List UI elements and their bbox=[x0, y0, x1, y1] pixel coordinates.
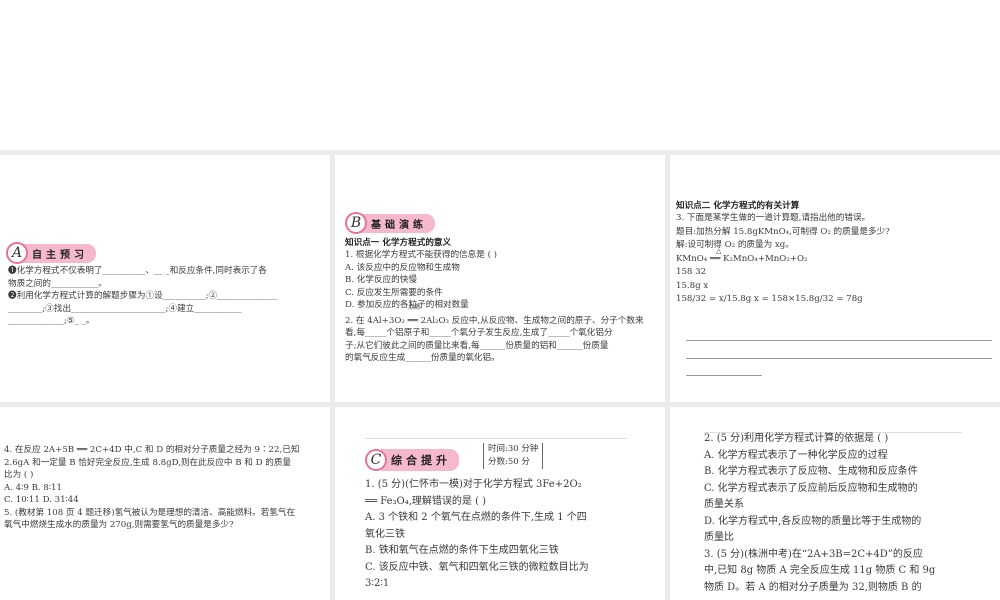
text-block: 2. (5 分)利用化学方程式计算的依据是 ( ) A. 化学方程式表示了一种化… bbox=[704, 431, 935, 596]
text-line: 3∶2∶1 bbox=[365, 578, 390, 589]
text-line: ❶化学方程式不仅表明了__________、__ _和反应条件,同时表示了各 bbox=[8, 266, 267, 276]
badge-label: 综合提升 bbox=[381, 449, 459, 471]
slide-5[interactable]: C 综合提升 时间:30 分钟 分数:50 分 1. (5 分)(仁怀市一模)对… bbox=[335, 407, 665, 600]
text-line: 3. (5 分)(株洲中考)在“2A+3B=2C+4D”的反应 bbox=[704, 548, 923, 560]
section-badge-c: C 综合提升 bbox=[365, 449, 459, 471]
text-line: C. 反应发生所需要的条件 bbox=[345, 287, 443, 298]
badge-label: 基础演练 bbox=[361, 213, 435, 233]
text-line: 的氧气反应生成______份质量的氧化铝。 bbox=[345, 353, 500, 363]
text-line: 质量关系 bbox=[704, 499, 744, 510]
text-line: KMnO₄ ══ K₂MnO₄+MnO₂+O₂ bbox=[676, 253, 808, 264]
text-line: 15.8g x bbox=[676, 280, 709, 291]
badge-letter: B bbox=[345, 212, 367, 234]
text-line: 氧气中燃烧生成水的质量为 270g,则需要氢气的质量是多少? bbox=[4, 520, 234, 530]
slide-4[interactable]: 4. 在反应 2A+5B ══ 2C+4D 中,C 和 D 的相对分子质量之经为… bbox=[0, 407, 330, 600]
total-score: 分数:50 分 bbox=[488, 457, 530, 467]
reaction-condition: 点燃 bbox=[408, 304, 421, 311]
text-line: C. 10∶11 D. 31∶44 bbox=[4, 495, 79, 505]
text-line: D. 参加反应的各粒子的相对数量 bbox=[345, 300, 469, 310]
text-line: 子;从它们彼此之间的质量比来看,每______份质量的铝和______份质量 bbox=[345, 340, 609, 351]
text-line: ══ Fe₃O₄,理解错误的是 ( ) bbox=[365, 495, 487, 507]
time-score-box: 时间:30 分钟 分数:50 分 bbox=[483, 443, 544, 469]
text-line: 3. 下面是某学生做的一道计算题,请指出他的错误。 bbox=[676, 213, 871, 223]
section-badge-b: B 基础演练 bbox=[345, 212, 435, 234]
answer-line bbox=[686, 375, 762, 376]
text-line: 题目:加热分解 15.8gKMnO₄,可制得 O₂ 的质量是多少? bbox=[676, 226, 890, 237]
text-line: 2. 在 4Al+3O₂ ══ 2Al₂O₃ 反应中,从反应物、生成物之间的原子… bbox=[345, 315, 644, 326]
text-line: 1. (5 分)(仁怀市一模)对于化学方程式 3Fe+2O₂ bbox=[365, 479, 582, 490]
text-block: ❶化学方程式不仅表明了__________、__ _和反应条件,同时表示了各 物… bbox=[8, 265, 277, 328]
text-line: ________;③找出______________________;④建立__… bbox=[8, 303, 242, 314]
slide-1[interactable]: A 自主预习 ❶化学方程式不仅表明了__________、__ _和反应条件,同… bbox=[0, 155, 330, 402]
section-heading: 知识点二 化学方程式的有关计算 bbox=[676, 201, 800, 211]
text-line: B. 化学反应的快慢 bbox=[345, 275, 417, 285]
text-line: B. 化学方程式表示了反应物、生成物和反应条件 bbox=[704, 466, 918, 477]
text-line: 氧化三铁 bbox=[365, 528, 405, 540]
text-block: 4. 在反应 2A+5B ══ 2C+4D 中,C 和 D 的相对分子质量之经为… bbox=[4, 444, 299, 532]
badge-letter: A bbox=[6, 242, 28, 264]
text-line: B. 铁和氧气在点燃的条件下生成四氧化三铁 bbox=[365, 545, 559, 556]
text-line: 158/32 = x/15.8g x = 158×15.8g/32 = 78g bbox=[676, 294, 863, 304]
text-line: 物质 D。若 A 的相对分子质量为 32,则物质 B 的 bbox=[704, 581, 922, 593]
text-line: D. 化学方程式中,各反应物的质量比等于生成物的 bbox=[704, 515, 922, 527]
text-line: 质量比 bbox=[704, 532, 734, 543]
text-line: C. 该反应中铁、氧气和四氧化三铁的微粒数目比为 bbox=[365, 561, 589, 573]
text-block: 1. 根据化学方程式不能获得的信息是 ( ) A. 该反应中的反应物和生成物 B… bbox=[345, 249, 644, 365]
text-line: 2. (5 分)利用化学方程式计算的依据是 ( ) bbox=[704, 433, 889, 444]
text-line: A. 该反应中的反应物和生成物 bbox=[345, 262, 460, 273]
text-line: A. 3 个铁和 2 个氧气在点燃的条件下,生成 1 个四 bbox=[365, 512, 587, 523]
badge-letter: C bbox=[365, 449, 387, 471]
text-line: C. 化学方程式表示了反应前后反应物和生成物的 bbox=[704, 482, 918, 494]
badge-label: 自主预习 bbox=[22, 243, 96, 263]
text-line: 1. 根据化学方程式不能获得的信息是 ( ) bbox=[345, 250, 498, 260]
text-line: 看,每_____个铝原子和_____个氧分子发生反应,生成了_____个氧化铝分 bbox=[345, 328, 613, 338]
slide-6[interactable]: 2. (5 分)利用化学方程式计算的依据是 ( ) A. 化学方程式表示了一种化… bbox=[670, 407, 1000, 600]
time-limit: 时间:30 分钟 bbox=[488, 444, 539, 454]
text-line: 4. 在反应 2A+5B ══ 2C+4D 中,C 和 D 的相对分子质量之经为… bbox=[4, 445, 300, 455]
answer-line bbox=[686, 340, 992, 341]
text-line: A. 化学方程式表示了一种化学反应的过程 bbox=[704, 449, 888, 461]
slide-grid: A 自主预习 ❶化学方程式不仅表明了__________、__ _和反应条件,同… bbox=[0, 150, 1000, 600]
text-line: 比为 ( ) bbox=[4, 470, 34, 480]
divider bbox=[365, 438, 627, 439]
text-line: 中,已知 8g 物质 A 完全反应生成 11g 物质 C 和 9g bbox=[704, 565, 936, 576]
text-line: 5. (教材第 108 页 4 题迁移)氢气被认为是理想的清洁、高能燃料。若氢气… bbox=[4, 507, 296, 518]
slide-3[interactable]: 知识点二 化学方程式的有关计算 3. 下面是某学生做的一道计算题,请指出他的错误… bbox=[670, 155, 1000, 402]
text-block: 1. (5 分)(仁怀市一模)对于化学方程式 3Fe+2O₂ ══ Fe₃O₄,… bbox=[365, 477, 589, 593]
text-line: A. 4∶9 B. 8∶11 bbox=[4, 482, 62, 493]
heat-symbol: △ bbox=[716, 247, 722, 255]
text-line: _____________;⑤_ _。 bbox=[8, 316, 95, 326]
text-line: ❷利用化学方程式计算的解题步骤为①设__________;②__________… bbox=[8, 291, 278, 301]
text-line: 2.6gA 和一定量 B 恰好完全反应,生成 8.8gD,则在此反应中 B 和 … bbox=[4, 457, 292, 468]
section-heading: 知识点一 化学方程式的意义 bbox=[345, 238, 452, 248]
section-badge-a: A 自主预习 bbox=[6, 242, 96, 264]
text-line: 物质之间的___________。 bbox=[8, 278, 107, 289]
slide-2[interactable]: B 基础演练 知识点一 化学方程式的意义 1. 根据化学方程式不能获得的信息是 … bbox=[335, 155, 665, 402]
text-block: 3. 下面是某学生做的一道计算题,请指出他的错误。 题目:加热分解 15.8gK… bbox=[676, 212, 890, 307]
answer-line bbox=[686, 358, 992, 359]
text-line: 158 32 bbox=[676, 267, 707, 277]
text-line: 解:设可制得 O₂ 的质量为 xg。 bbox=[676, 240, 794, 250]
